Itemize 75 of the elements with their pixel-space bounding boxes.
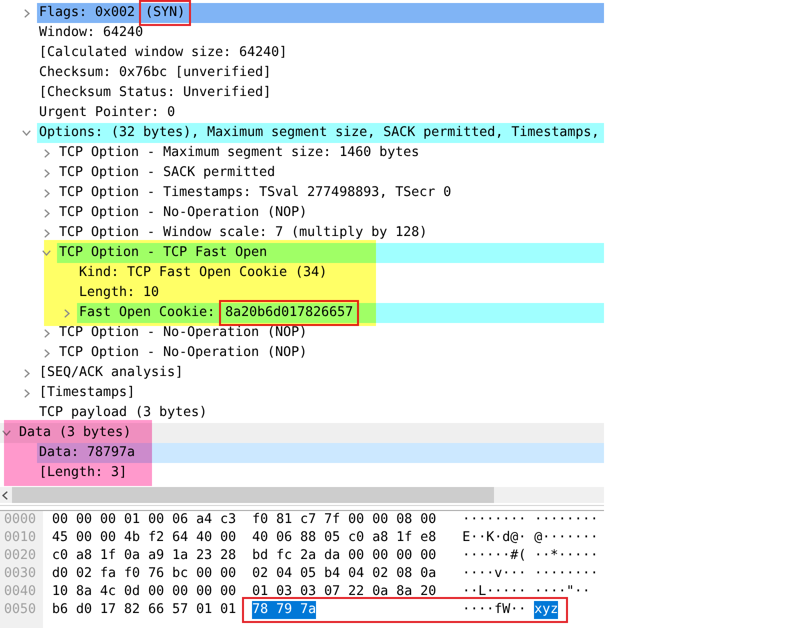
chevron-right-icon[interactable] [44, 168, 50, 178]
chevron-right-icon[interactable] [44, 148, 50, 158]
tree-item[interactable]: TCP payload (3 bytes) [37, 403, 208, 423]
hex-bytes: 45 00 00 4b f2 64 40 00 [52, 529, 236, 547]
tree-item[interactable]: Urgent Pointer: 0 [37, 103, 176, 123]
tree-item[interactable]: Window: 64240 [37, 23, 144, 43]
highlighted-row[interactable]: Flags: 0x002 (SYN) [37, 3, 604, 23]
hex-bytes: c0 a8 1f 0a a9 1a 23 28 [52, 547, 236, 565]
tree-item[interactable]: TCP Option - SACK permitted [57, 163, 276, 183]
ascii-text: E··K·d@· [462, 529, 526, 547]
highlighted-row[interactable]: Fast Open Cookie: 8a20b6d017826657 [77, 303, 604, 323]
chevron-right-icon[interactable] [24, 8, 30, 18]
hex-bytes: 00 00 00 01 00 06 a4 c3 [52, 511, 236, 529]
chevron-right-icon[interactable] [44, 328, 50, 338]
tree-item[interactable]: Data: 78797a [37, 443, 604, 463]
chevron-right-icon[interactable] [24, 388, 30, 398]
horizontal-scrollbar[interactable] [0, 487, 604, 503]
tree-item[interactable]: Options: (32 bytes), Maximum segment size, SACK permitted, Timestamps, [37, 123, 604, 143]
ascii-text: ······#( [462, 547, 526, 565]
field-text: Fast Open Cookie: [79, 304, 216, 322]
chevron-down-icon[interactable] [22, 130, 31, 136]
hex-offset: 0040 [3, 583, 38, 601]
hovered-row[interactable]: Data (3 bytes) [0, 423, 604, 443]
chevron-right-icon[interactable] [44, 208, 50, 218]
ascii-text: xyz [534, 601, 558, 619]
hex-bytes: 78 79 7a [252, 601, 316, 619]
chevron-right-icon[interactable] [44, 228, 50, 238]
ascii-text: ··L····· [462, 583, 526, 601]
ascii-text: ········ [534, 511, 598, 529]
tree-item[interactable]: Checksum: 0x76bc [unverified] [37, 63, 272, 83]
ascii-text: ··*····· [534, 547, 598, 565]
hex-bytes: b6 d0 17 82 66 57 01 01 [52, 601, 236, 619]
hex-bytes: d0 02 fa f0 76 bc 00 00 [52, 565, 236, 583]
ascii-text: ····"·· [534, 583, 590, 601]
chevron-right-icon[interactable] [64, 308, 70, 318]
hex-bytes: f0 81 c7 7f 00 00 08 00 [252, 511, 436, 529]
hex-bytes: 40 06 88 05 c0 a8 1f e8 [252, 529, 436, 547]
ascii-text: @······· [534, 529, 598, 547]
ascii-text: ····v··· [462, 565, 526, 583]
hex-bytes: 02 04 05 b4 04 02 08 0a [252, 565, 436, 583]
tree-item[interactable]: TCP Option - Timestamps: TSval 277498893, TSecr 0 [57, 183, 452, 203]
chevron-left-icon[interactable] [2, 490, 8, 500]
chevron-right-icon[interactable] [44, 188, 50, 198]
tree-item[interactable]: TCP Option - No-Operation (NOP) [57, 203, 308, 223]
hex-offset: 0050 [3, 601, 38, 619]
annotated-value: (SYN) [139, 0, 192, 26]
tree-item[interactable]: TCP Option - No-Operation (NOP) [57, 323, 308, 343]
tree-item[interactable]: TCP Option - Maximum segment size: 1460 bytes [57, 143, 420, 163]
hex-bytes: 01 03 03 07 22 0a 8a 20 [252, 583, 436, 601]
tree-item[interactable]: [Checksum Status: Unverified] [37, 83, 272, 103]
tree-item[interactable]: [Timestamps] [37, 383, 136, 403]
tree-item[interactable]: Data (3 bytes) [17, 423, 132, 443]
chevron-down-icon[interactable] [42, 250, 51, 256]
tree-item[interactable]: TCP Option - TCP Fast Open [57, 243, 604, 263]
hex-offset: 0020 [3, 547, 38, 565]
tree-item[interactable]: [Calculated window size: 64240] [37, 43, 288, 63]
hex-bytes: bd fc 2a da 00 00 00 00 [252, 547, 436, 565]
chevron-right-icon[interactable] [44, 348, 50, 358]
tree-item[interactable]: [SEQ/ACK analysis] [37, 363, 184, 383]
ascii-text: ····fW·· [462, 601, 526, 619]
hex-offset: 0010 [3, 529, 38, 547]
tree-item[interactable]: TCP Option - Window scale: 7 (multiply by 128) [57, 223, 428, 243]
chevron-down-icon[interactable] [2, 430, 11, 436]
hex-bytes: 10 8a 4c 0d 00 00 00 00 [52, 583, 236, 601]
chevron-right-icon[interactable] [24, 368, 30, 378]
tree-item[interactable]: [Length: 3] [37, 463, 128, 483]
hex-offset: 0000 [3, 511, 38, 529]
tree-item[interactable]: Kind: TCP Fast Open Cookie (34) [77, 263, 328, 283]
tree-item[interactable]: TCP Option - No-Operation (NOP) [57, 343, 308, 363]
ascii-text: ········ [534, 565, 598, 583]
field-text: Flags: 0x002 [39, 4, 136, 22]
ascii-text: ········ [462, 511, 526, 529]
tree-item[interactable]: Length: 10 [77, 283, 160, 303]
scrollbar-thumb[interactable] [12, 487, 494, 503]
hex-offset: 0030 [3, 565, 38, 583]
